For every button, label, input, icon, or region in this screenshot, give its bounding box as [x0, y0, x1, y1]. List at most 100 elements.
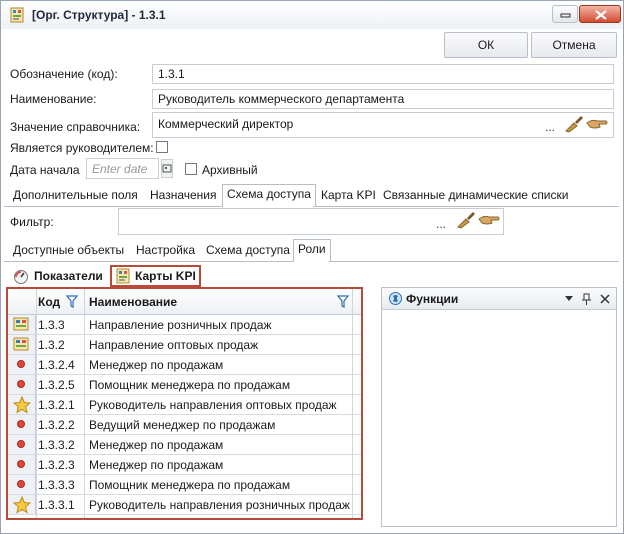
row-code: 1.3.3.2	[38, 438, 75, 452]
functions-title: Функции	[406, 292, 459, 306]
kpi-card-icon	[8, 335, 36, 354]
is-head-checkbox[interactable]	[156, 141, 168, 153]
row-name: Направление оптовых продаж	[89, 338, 259, 352]
kpi-card-icon	[8, 315, 36, 334]
table-row[interactable]: 1.3.2 Направление оптовых продаж	[8, 335, 361, 355]
cancel-button[interactable]: Отмена	[531, 32, 617, 58]
tab-divider	[329, 261, 619, 262]
functions-icon	[389, 292, 402, 305]
red-dot-icon	[8, 355, 36, 374]
subtab-roles[interactable]: Роли	[293, 239, 331, 262]
row-name: Менеджер по продажам	[89, 458, 224, 472]
reference-label: Значение справочника:	[10, 120, 141, 134]
minimize-button[interactable]	[552, 5, 578, 23]
column-header-code[interactable]: Код	[38, 295, 60, 309]
table-row[interactable]: 1.3.3.3 Помощник менеджера по продажам	[8, 475, 361, 495]
red-dot-icon	[8, 435, 36, 454]
filter-ellipsis-button[interactable]: ...	[436, 217, 446, 231]
row-code: 1.3.2.2	[38, 418, 75, 432]
filter-icon[interactable]	[66, 295, 78, 308]
close-icon[interactable]	[600, 294, 610, 304]
row-name: Менеджер по продажам	[89, 358, 224, 372]
row-code: 1.3.2.1	[38, 398, 75, 412]
close-button[interactable]	[579, 5, 621, 23]
row-name: Руководитель направления оптовых продаж	[89, 398, 337, 412]
kpi-cards-label: Карты KPI	[135, 269, 196, 283]
filter-field[interactable]	[118, 208, 504, 235]
name-label: Наименование:	[10, 92, 97, 106]
table-row[interactable]: 1.3.3.1 Руководитель направления розничны…	[8, 495, 361, 515]
column-header-name[interactable]: Наименование	[89, 295, 177, 309]
row-name: Руководитель направления розничных прода…	[89, 498, 350, 512]
star-icon	[8, 395, 36, 414]
kpi-grid: Код Наименование 1.3.3 Направление рознич…	[6, 287, 363, 520]
functions-panel-header: Функции	[382, 288, 616, 310]
code-label: Обозначение (код):	[10, 67, 118, 81]
pin-icon[interactable]	[582, 293, 591, 305]
archive-checkbox[interactable]	[185, 163, 197, 175]
row-name: Помощник менеджера по продажам	[89, 478, 291, 492]
tab-linked-dynamic-lists[interactable]: Связанные динамические списки	[379, 186, 572, 206]
indicators-button[interactable]: Показатели	[13, 267, 103, 285]
functions-panel: Функции	[381, 287, 617, 527]
hand-point-icon[interactable]	[478, 212, 500, 231]
star-icon	[8, 495, 36, 514]
title-bar: [Орг. Структура] - 1.3.1	[1, 1, 623, 29]
filter-label: Фильтр:	[10, 215, 54, 229]
kpi-card-icon	[116, 268, 130, 284]
table-row[interactable]: 1.3.2.3 Менеджер по продажам	[8, 455, 361, 475]
row-code: 1.3.2.3	[38, 458, 75, 472]
row-code: 1.3.3.1	[38, 498, 75, 512]
org-structure-icon	[10, 7, 24, 23]
table-row[interactable]: 1.3.2.5 Помощник менеджера по продажам	[8, 375, 361, 395]
name-field[interactable]: Руководитель коммерческого департамента	[152, 89, 614, 109]
table-row[interactable]: 1.3.2.2 Ведущий менеджер по продажам	[8, 415, 361, 435]
row-name: Помощник менеджера по продажам	[89, 378, 291, 392]
hand-point-icon[interactable]	[586, 116, 608, 135]
row-code: 1.3.2	[38, 338, 65, 352]
row-code: 1.3.3	[38, 318, 65, 332]
broom-icon[interactable]	[564, 115, 584, 136]
red-dot-icon	[8, 375, 36, 394]
code-field[interactable]: 1.3.1	[152, 64, 614, 84]
tab-divider	[4, 206, 222, 207]
window-title: [Орг. Структура] - 1.3.1	[32, 8, 166, 22]
row-name: Менеджер по продажам	[89, 438, 224, 452]
kpi-cards-button[interactable]: Карты KPI	[110, 265, 201, 287]
tab-assignments[interactable]: Назначения	[146, 186, 221, 206]
table-row[interactable]: 1.3.2.1 Руководитель направления оптовых …	[8, 395, 361, 415]
is-head-label: Является руководителем:	[10, 141, 154, 155]
gauge-icon	[14, 270, 28, 284]
table-row[interactable]: 1.3.2.4 Менеджер по продажам	[8, 355, 361, 375]
row-name: Направление розничных продаж	[89, 318, 272, 332]
filter-icon[interactable]	[337, 295, 349, 308]
archive-label: Архивный	[202, 163, 258, 177]
grid-header: Код Наименование	[8, 289, 361, 315]
table-row[interactable]: 1.3.3.2 Менеджер по продажам	[8, 435, 361, 455]
reference-ellipsis-button[interactable]: ...	[545, 120, 555, 134]
dropdown-arrow-icon[interactable]	[565, 296, 573, 302]
start-date-label: Дата начала	[10, 163, 80, 177]
red-dot-icon	[8, 475, 36, 494]
ok-button[interactable]: ОК	[444, 32, 528, 58]
subtab-available-objects[interactable]: Доступные объекты	[9, 241, 128, 261]
row-code: 1.3.3.3	[38, 478, 75, 492]
red-dot-icon	[8, 415, 36, 434]
tab-access-scheme[interactable]: Схема доступа	[222, 184, 316, 207]
indicators-label: Показатели	[34, 269, 103, 283]
subtab-access-scheme[interactable]: Схема доступа	[202, 241, 294, 261]
dialog-window: [Орг. Структура] - 1.3.1 ОК Отмена Обозн…	[0, 0, 624, 534]
broom-icon[interactable]	[456, 211, 476, 232]
tab-divider	[313, 206, 619, 207]
table-row[interactable]: 1.3.3 Направление розничных продаж	[8, 315, 361, 335]
tab-kpi-map[interactable]: Карта KPI	[317, 186, 380, 206]
start-date-input[interactable]: Enter date	[86, 158, 159, 179]
row-name: Ведущий менеджер по продажам	[89, 418, 276, 432]
red-dot-icon	[8, 455, 36, 474]
subtab-settings[interactable]: Настройка	[132, 241, 199, 261]
tab-additional-fields[interactable]: Дополнительные поля	[9, 186, 142, 206]
calendar-button[interactable]	[161, 159, 173, 178]
minimize-icon	[560, 13, 571, 18]
row-code: 1.3.2.5	[38, 378, 75, 392]
close-icon	[595, 10, 607, 20]
